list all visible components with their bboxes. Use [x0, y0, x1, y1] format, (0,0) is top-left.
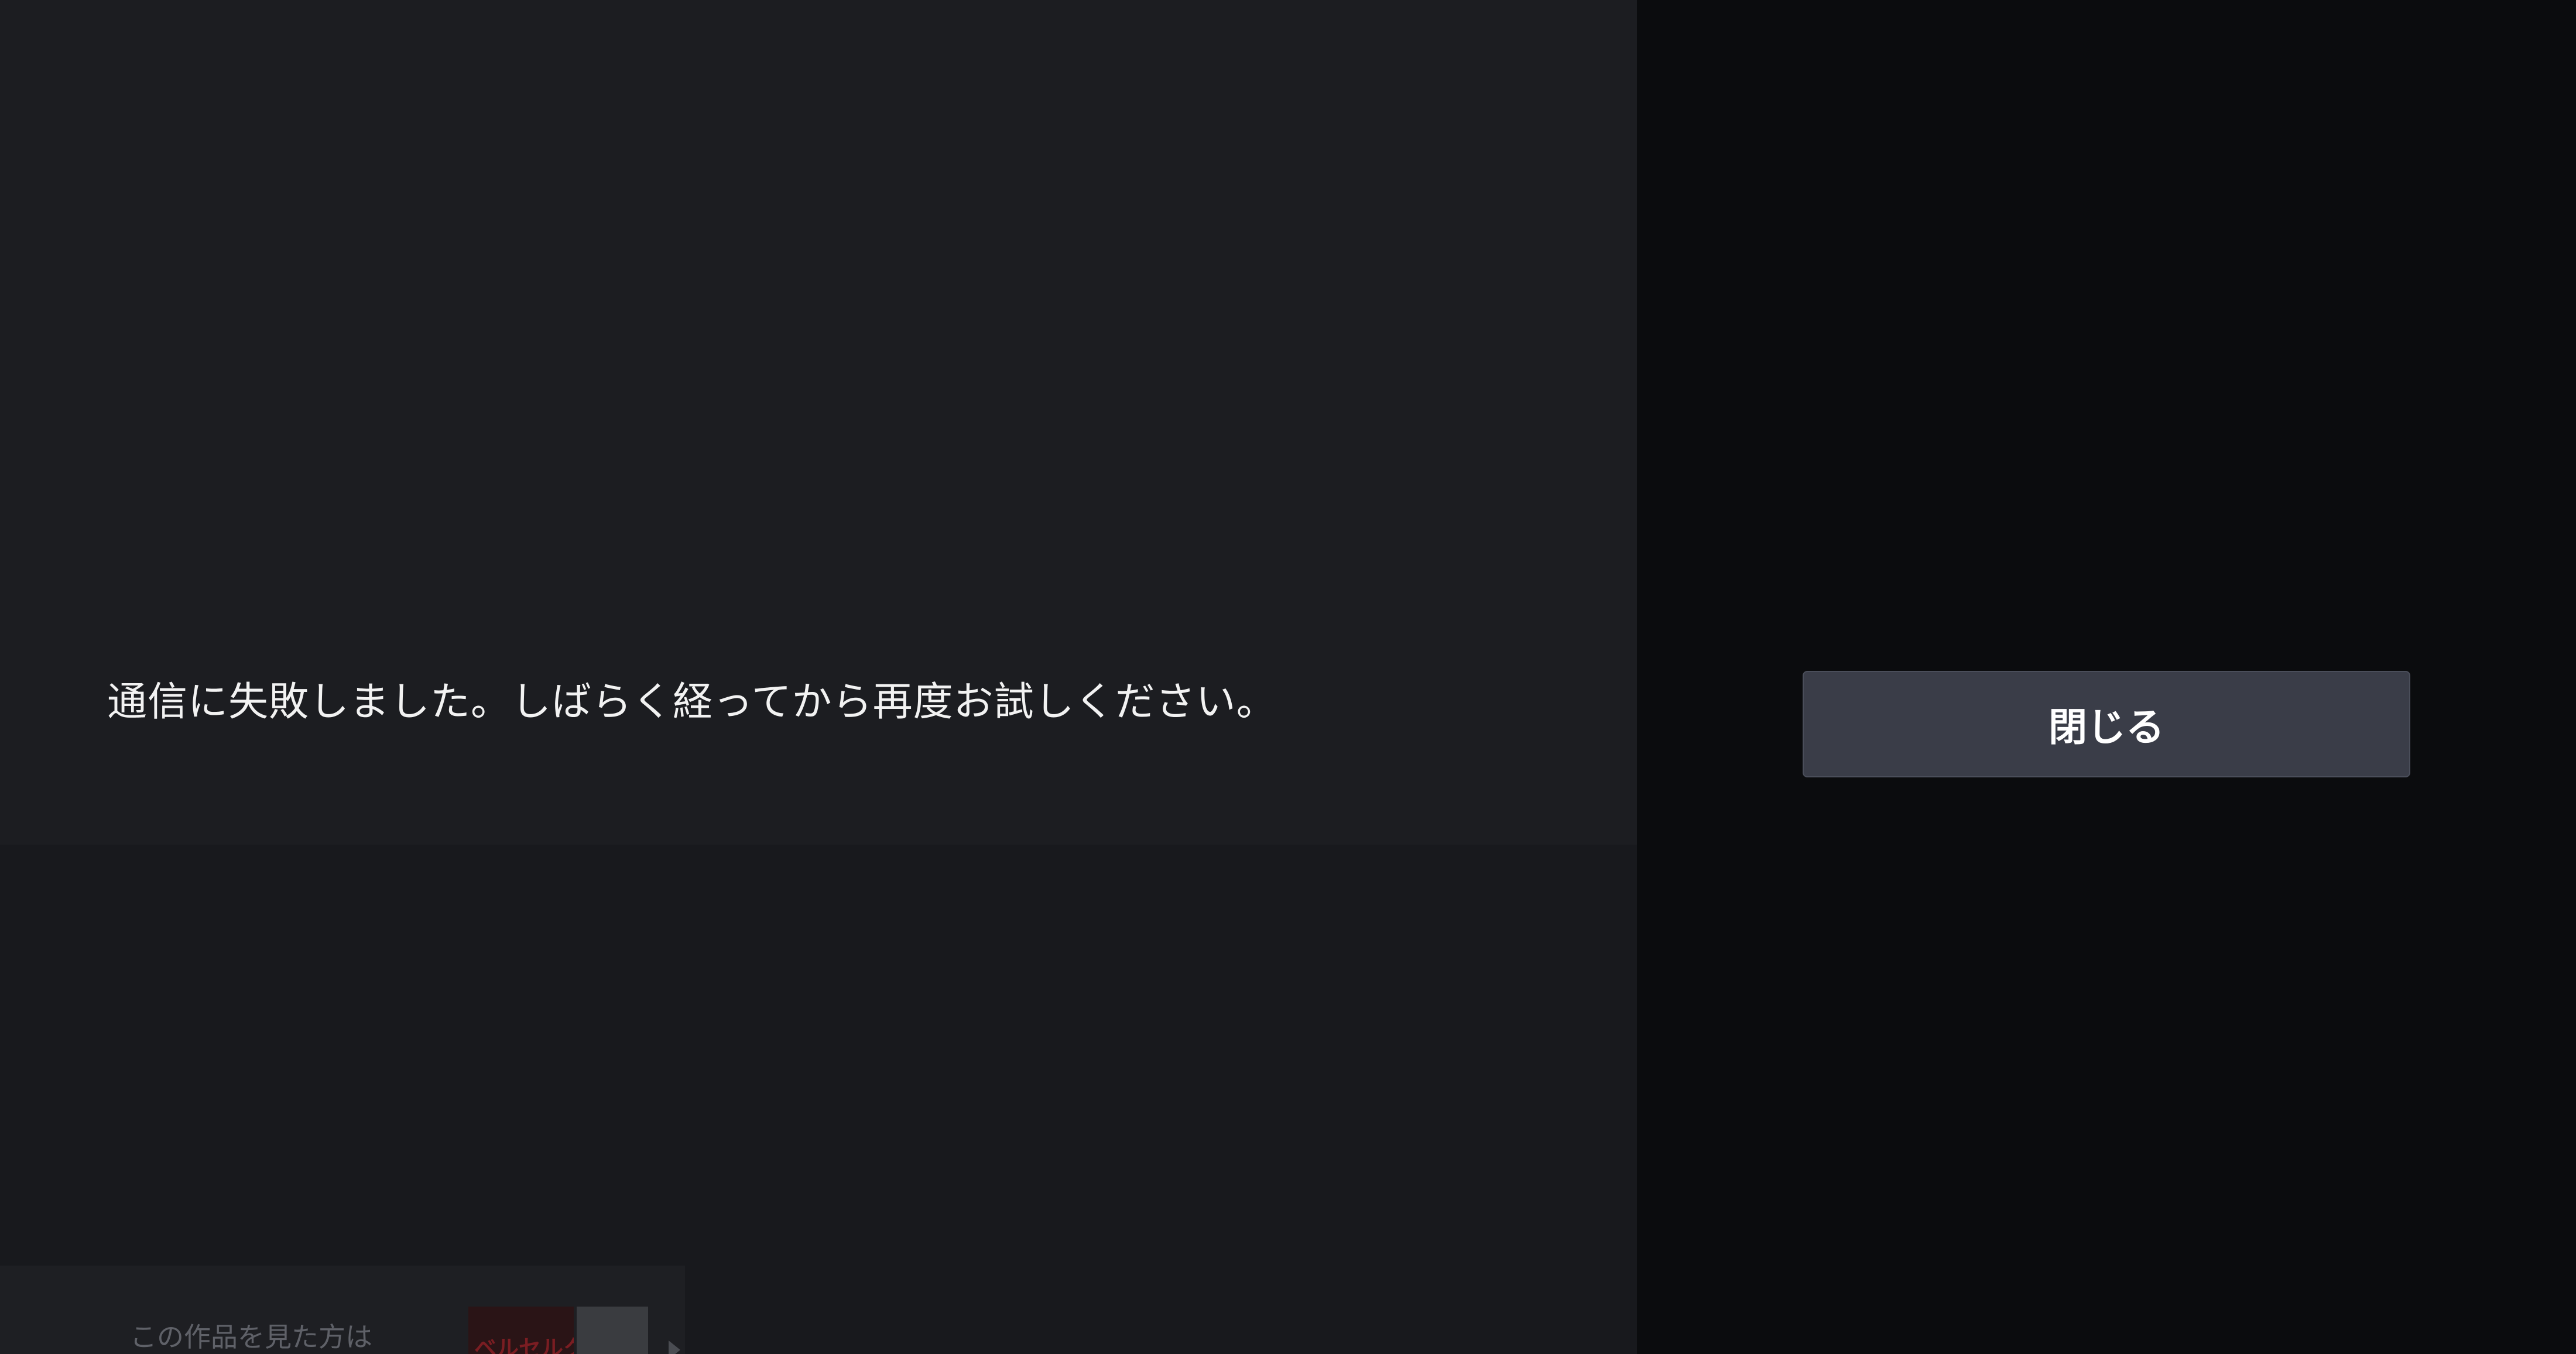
- error-notice-area: 通信に失敗しました。しばらく経ってから再度お試しください。: [0, 0, 1637, 845]
- content-panel: 通信に失敗しました。しばらく経ってから再度お試しください。: [0, 0, 1637, 1354]
- close-button[interactable]: 閉じる: [1803, 671, 2410, 777]
- error-message: 通信に失敗しました。しばらく経ってから再度お試しください。: [107, 679, 1277, 725]
- chevron-right-icon[interactable]: [669, 1341, 680, 1354]
- recommendation-thumbnail[interactable]: [577, 1307, 648, 1354]
- recommendation-label: この作品を見た方は: [130, 1321, 372, 1353]
- recommendation-thumbnail[interactable]: ベルセルク: [468, 1307, 574, 1354]
- app-stage: 通信に失敗しました。しばらく経ってから再度お試しください。 この作品を見た方は …: [0, 0, 2576, 1354]
- thumbnail-title: ベルセルク: [474, 1335, 574, 1354]
